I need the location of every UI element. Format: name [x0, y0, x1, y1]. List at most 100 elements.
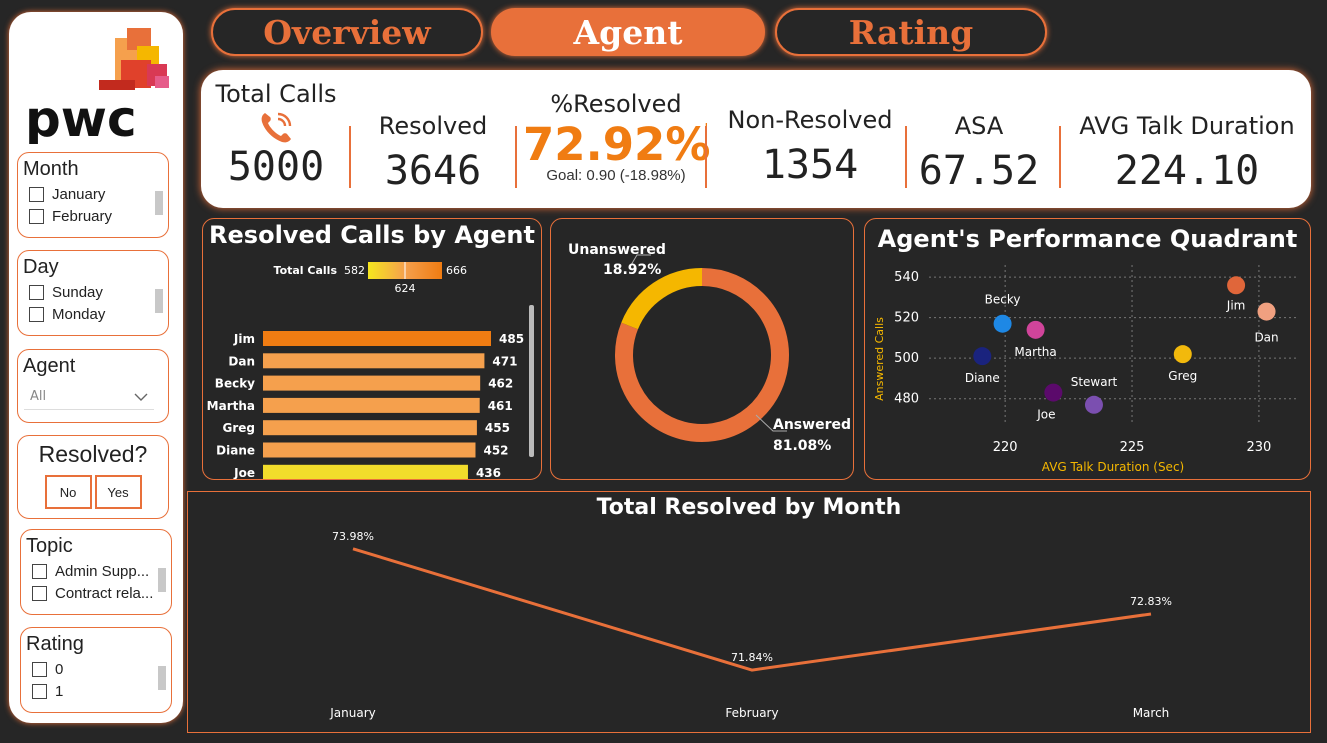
filter-sidebar: pwc Month January February Day Sunday Mo…	[9, 12, 183, 723]
phone-icon	[261, 112, 292, 143]
scatter-point[interactable]	[1044, 383, 1063, 402]
bar[interactable]	[263, 331, 491, 346]
checkbox[interactable]	[29, 187, 44, 202]
y-tick-label: 480	[894, 392, 919, 407]
checkbox[interactable]	[32, 564, 47, 579]
rating-option-1[interactable]: 1	[21, 683, 171, 700]
kpi-pct-resolved: %Resolved 72.92% ! Goal: 0.90 (-18.98%)	[523, 90, 710, 184]
divider	[515, 126, 517, 188]
divider	[905, 126, 907, 188]
scrollbar[interactable]	[158, 666, 166, 690]
bar-category-label: Joe	[233, 466, 255, 479]
bar[interactable]	[263, 420, 477, 436]
legend-mid: 624	[395, 282, 416, 295]
checkbox[interactable]	[29, 285, 44, 300]
divider	[349, 126, 351, 188]
resolved-no-button[interactable]: No	[44, 475, 92, 509]
x-tick-label: 230	[1247, 440, 1272, 455]
scrollbar[interactable]	[155, 191, 163, 215]
rating-option-0[interactable]: 0	[21, 661, 171, 678]
bar[interactable]	[263, 353, 485, 369]
scatter-point[interactable]	[973, 347, 992, 366]
point-label: Jim	[1226, 298, 1246, 312]
day-option-sunday[interactable]: Sunday	[18, 284, 168, 301]
bar-value-label: 455	[485, 421, 510, 435]
chart-title: Resolved Calls by Agent	[209, 221, 535, 249]
x-axis-label: AVG Talk Duration (Sec)	[1042, 460, 1184, 474]
data-label: 72.83%	[1130, 595, 1172, 608]
scatter-point[interactable]	[1257, 302, 1276, 321]
kpi-title: Non-Resolved	[727, 106, 893, 134]
scatter-point[interactable]	[1084, 395, 1103, 414]
x-tick-label: March	[1133, 706, 1170, 720]
bar[interactable]	[263, 375, 481, 391]
bar-value-label: 485	[499, 332, 524, 346]
resolved-by-month-chart: 73.98% January 71.84% February 72.83% March	[329, 530, 1172, 720]
data-label: 71.84%	[731, 651, 773, 664]
legend-title: Total Calls	[274, 264, 338, 277]
y-axis-label: Answered Calls	[873, 317, 886, 401]
bar[interactable]	[263, 464, 468, 479]
kpi-asa: ASA 67.52	[913, 112, 1045, 194]
tab-overview[interactable]: Overview	[211, 8, 483, 56]
divider	[1059, 126, 1061, 188]
month-option-january[interactable]: January	[18, 186, 168, 203]
day-slicer: Day Sunday Monday	[17, 250, 169, 336]
tab-agent[interactable]: Agent	[491, 8, 765, 56]
point-label: Joe	[1036, 408, 1055, 422]
scrollbar[interactable]	[158, 568, 166, 592]
svg-text:pwc: pwc	[25, 90, 137, 144]
resolved-by-agent-chart: Total Calls 582 666 624 Jim 485 Dan 471 Beck…	[207, 262, 534, 479]
tab-rating[interactable]: Rating	[775, 8, 1047, 56]
scatter-point[interactable]	[1227, 276, 1246, 295]
kpi-title: Resolved	[378, 112, 488, 140]
scrollbar[interactable]	[155, 289, 163, 313]
point-label: Martha	[1014, 345, 1056, 359]
donut-slice[interactable]	[621, 268, 703, 330]
scrollbar[interactable]	[529, 305, 534, 457]
kpi-resolved: Resolved 3646	[359, 112, 507, 194]
month-slicer: Month January February	[17, 152, 169, 238]
checkbox[interactable]	[29, 307, 44, 322]
y-tick-label: 500	[894, 351, 919, 366]
agent-dropdown[interactable]: All	[24, 384, 154, 410]
bar[interactable]	[263, 397, 480, 413]
point-label: Becky	[985, 293, 1021, 307]
checkbox[interactable]	[29, 209, 44, 224]
kpi-value: 5000	[227, 144, 325, 190]
x-tick-label: 220	[993, 440, 1018, 455]
bar-category-label: Jim	[233, 332, 255, 346]
bar[interactable]	[263, 442, 476, 458]
resolved-yes-button[interactable]: Yes	[94, 475, 142, 509]
scatter-point[interactable]	[1026, 320, 1045, 339]
kpi-value: 67.52	[918, 148, 1040, 194]
scatter-point[interactable]	[1173, 345, 1192, 364]
bar-value-label: 436	[476, 466, 501, 479]
slice-name-label: Answered	[773, 417, 851, 433]
scatter-point[interactable]	[993, 314, 1012, 333]
slice-value-label: 81.08%	[773, 438, 831, 454]
kpi-value: 3646	[384, 148, 482, 194]
agent-slicer-title: Agent	[23, 355, 76, 377]
bar-category-label: Greg	[223, 421, 256, 435]
x-tick-label: January	[329, 706, 376, 720]
resolved-slicer-title: Resolved?	[38, 441, 148, 467]
divider	[705, 126, 707, 188]
bar-value-label: 452	[483, 444, 508, 458]
checkbox[interactable]	[32, 684, 47, 699]
month-option-february[interactable]: February	[18, 208, 168, 225]
checkbox[interactable]	[32, 586, 47, 601]
resolved-by-month-panel: Total Resolved by Month 73.98% January 71.…	[187, 491, 1311, 733]
chevron-down-icon	[134, 393, 148, 401]
day-slicer-title: Day	[23, 256, 59, 278]
legend-max: 666	[446, 264, 467, 277]
point-label: Dan	[1254, 331, 1278, 345]
topic-option-contract-related[interactable]: Contract rela...	[21, 585, 171, 602]
checkbox[interactable]	[32, 662, 47, 677]
agent-dropdown-value: All	[30, 389, 47, 404]
day-option-monday[interactable]: Monday	[18, 306, 168, 323]
y-tick-label: 540	[894, 270, 919, 285]
data-label: 73.98%	[332, 530, 374, 543]
topic-option-admin-support[interactable]: Admin Supp...	[21, 563, 171, 580]
kpi-title: ASA	[954, 112, 1004, 140]
